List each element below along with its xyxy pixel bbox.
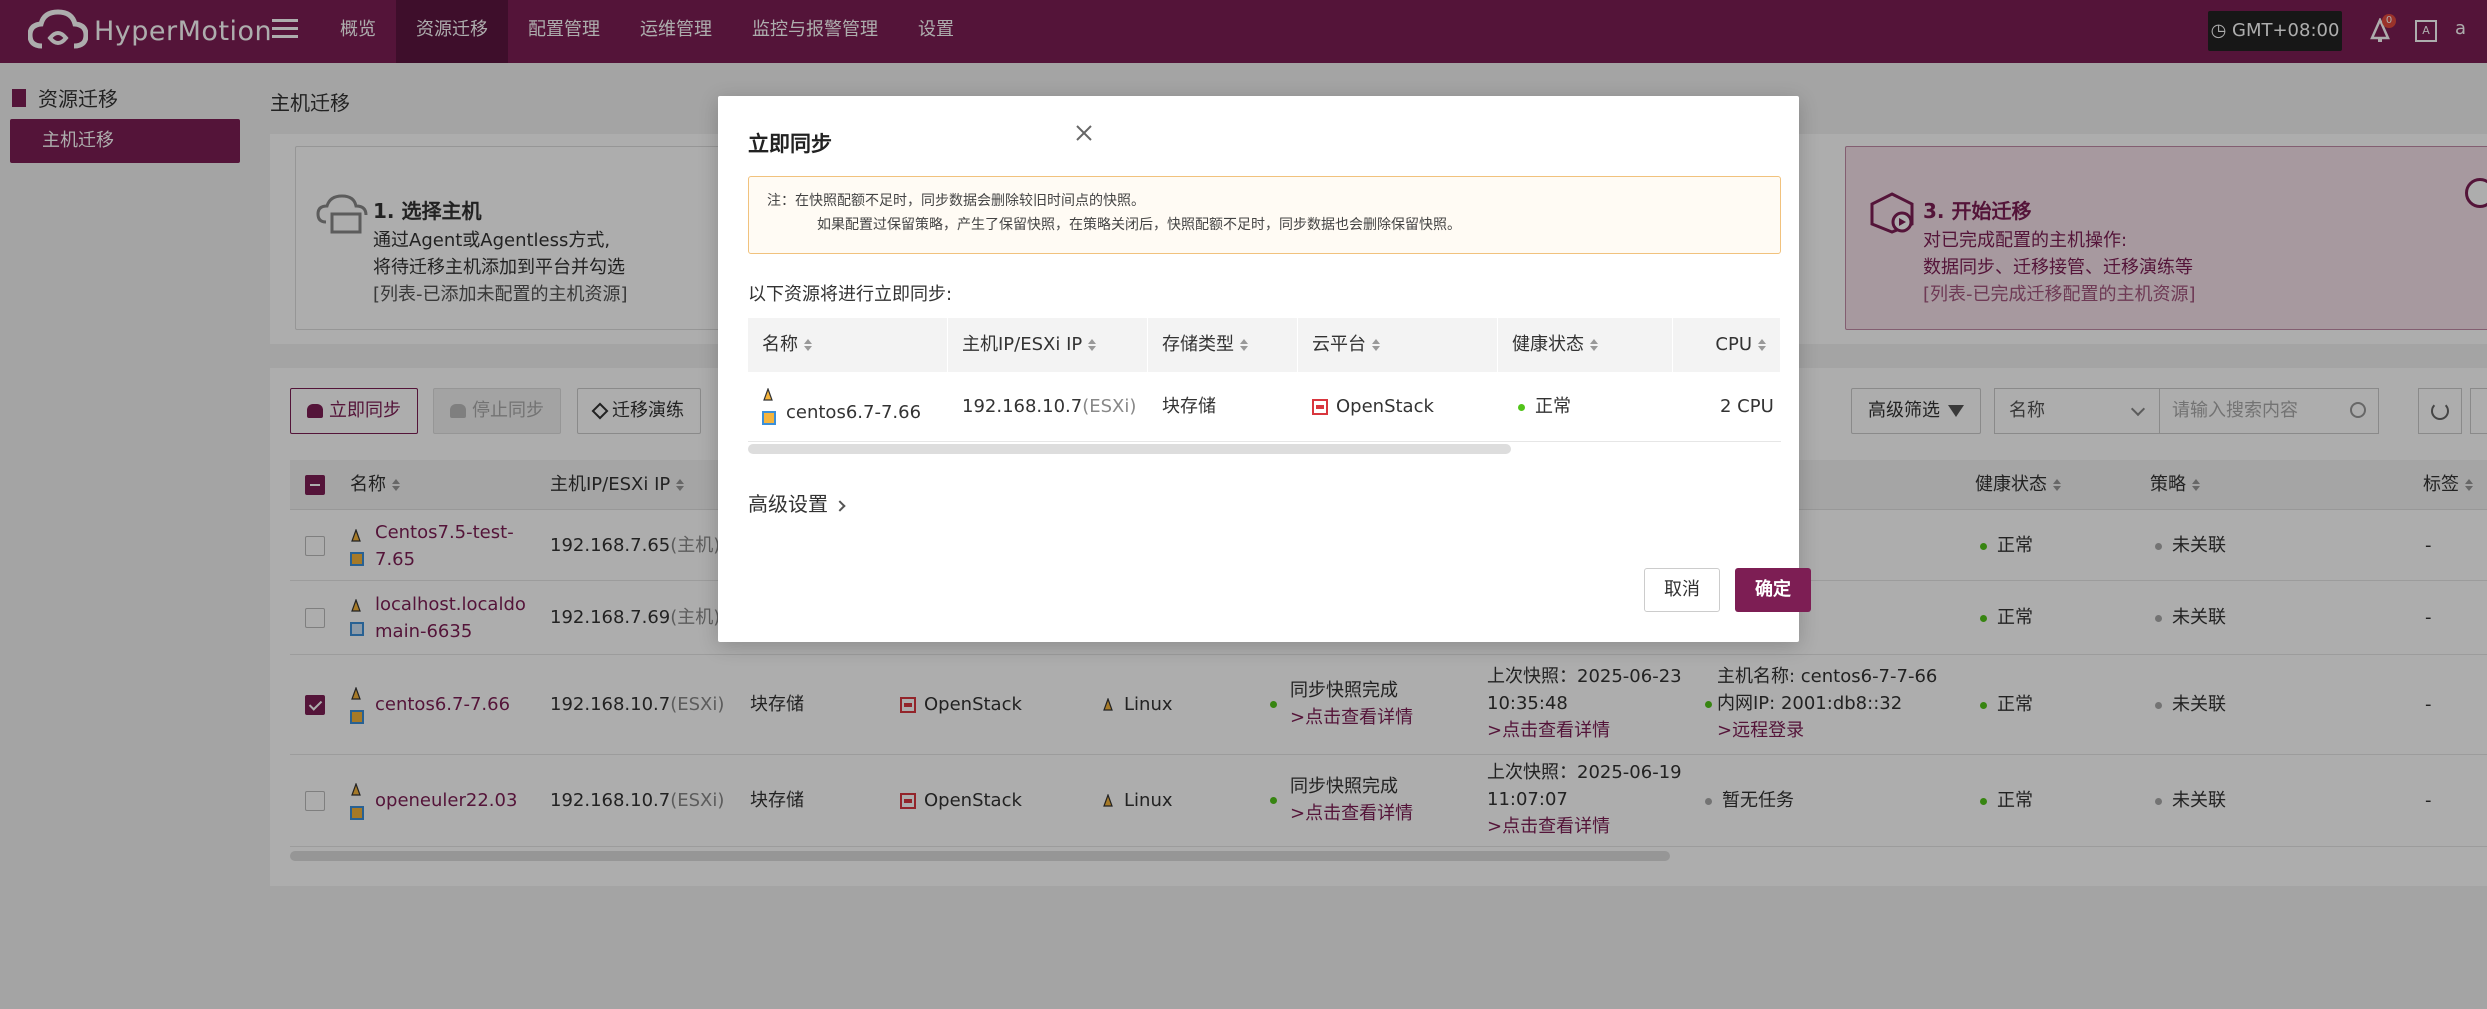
sort-icon [1088,339,1097,351]
cpu-count: 2 CPU [1720,396,1774,417]
cloud-platform: OpenStack [1312,372,1434,442]
sort-icon [1240,339,1248,351]
col-cloud[interactable]: 云平台 [1298,318,1498,372]
col-ip[interactable]: 主机IP/ESXi IP [948,318,1148,372]
health-status: 正常 [1518,372,1571,442]
advanced-settings-toggle[interactable]: 高级设置 [748,488,846,517]
sync-now-dialog: 立即同步 注：在快照配额不足时，同步数据会删除较旧时间点的快照。 如果配置过保留… [718,96,1811,642]
sort-icon [1758,339,1766,351]
sort-icon [1372,339,1380,351]
col-name[interactable]: 名称 [748,318,948,372]
vm-icon [762,411,776,425]
storage-type: 块存储 [1162,396,1216,417]
cancel-button[interactable]: 取消 [1644,568,1720,612]
dialog-table-scrollbar[interactable] [748,444,1511,454]
sort-icon [1590,339,1598,351]
dialog-table-header: 名称 主机IP/ESXi IP 存储类型 云平台 健康状态 CPU [748,318,1781,372]
os-vm-icons [762,386,776,425]
col-cpu[interactable]: CPU [1673,318,1781,372]
confirm-button[interactable]: 确定 [1735,568,1811,612]
close-icon[interactable] [1075,124,1093,142]
snapshot-warning: 注：在快照配额不足时，同步数据会删除较旧时间点的快照。 如果配置过保留策略，产生… [748,176,1781,254]
host-ip: 192.168.10.7(ESXi) [962,396,1137,417]
col-health[interactable]: 健康状态 [1498,318,1673,372]
dialog-intro: 以下资源将进行立即同步: [748,284,953,305]
dialog-title: 立即同步 [748,132,832,156]
col-storage[interactable]: 存储类型 [1148,318,1298,372]
sort-icon [804,339,812,351]
openstack-icon [1312,399,1328,415]
host-name-link[interactable]: centos6.7-7.66 [786,378,921,448]
dialog-table-row: centos6.7-7.66 192.168.10.7(ESXi) 块存储 Op… [748,372,1781,442]
linux-icon [763,387,773,401]
chevron-right-icon [834,499,846,512]
